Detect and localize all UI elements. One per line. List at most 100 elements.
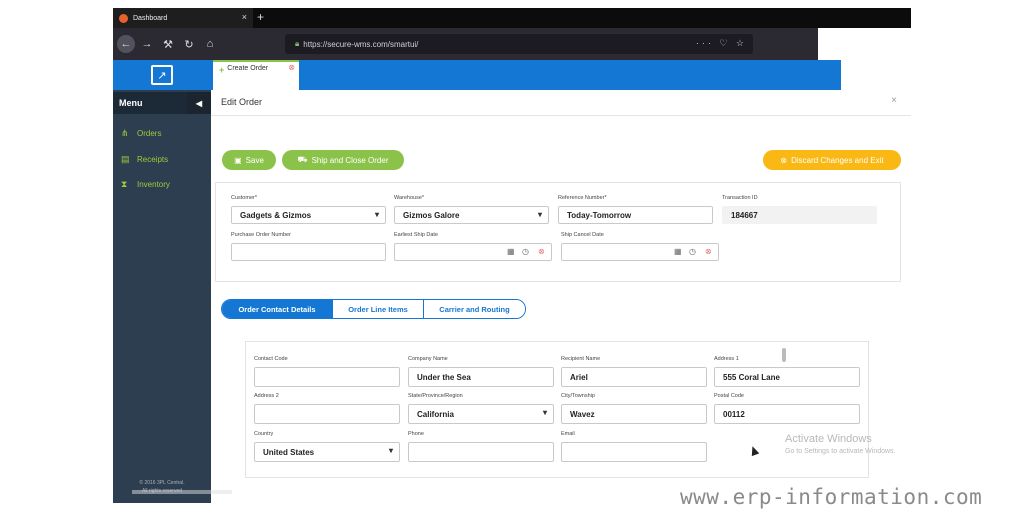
truck-icon: ⛟ bbox=[297, 155, 308, 164]
sidebar-item-inventory[interactable]: ⧗ Inventory bbox=[121, 179, 170, 190]
calendar-icon[interactable]: ▦ bbox=[674, 247, 682, 256]
app-logo[interactable]: ↗ bbox=[113, 60, 211, 90]
new-tab-icon[interactable]: + bbox=[257, 10, 264, 24]
city-label: City/Township bbox=[561, 393, 595, 399]
earliest-ship-date-label: Earliest Ship Date bbox=[394, 232, 439, 238]
reference-number-field[interactable]: Today-Tomorrow bbox=[558, 206, 713, 224]
sidebar-item-label: Inventory bbox=[137, 180, 170, 189]
postal-code-label: Postal Code bbox=[714, 393, 744, 399]
close-tab-icon[interactable]: × bbox=[242, 12, 247, 22]
clear-icon[interactable]: ⊗ bbox=[705, 247, 712, 256]
save-button[interactable]: ▣ Save bbox=[222, 150, 276, 170]
circle-x-icon: ⊗ bbox=[780, 155, 788, 165]
email-label: Email bbox=[561, 431, 575, 437]
logo-icon: ↗ bbox=[151, 65, 173, 85]
sidebar-item-label: Receipts bbox=[137, 155, 169, 164]
transaction-id-label: Transaction ID bbox=[722, 195, 758, 201]
close-icon[interactable]: × bbox=[891, 95, 897, 106]
back-icon[interactable]: ← bbox=[117, 35, 135, 53]
country-label: Country bbox=[254, 431, 274, 437]
browser-window: Dashboard × + ← → ⚒ ↻ ⌂ 🔒︎ https://secur… bbox=[113, 8, 911, 503]
sidebar-item-orders[interactable]: ⋔ Orders bbox=[121, 128, 161, 139]
app-tab-bar bbox=[211, 60, 911, 90]
ship-and-close-button[interactable]: ⛟ Ship and Close Order bbox=[282, 150, 404, 170]
recipient-name-field[interactable]: Ariel bbox=[561, 367, 707, 387]
collapse-menu-icon[interactable]: ◀ bbox=[187, 92, 211, 114]
postal-code-field[interactable]: 00112 bbox=[714, 404, 860, 424]
po-number-label: Purchase Order Number bbox=[231, 232, 291, 238]
ship-cancel-date-field[interactable]: ▦ ◷ ⊗ bbox=[561, 243, 719, 261]
plus-icon: + bbox=[219, 65, 225, 75]
country-select[interactable]: United States bbox=[254, 442, 400, 462]
address-1-field[interactable]: 555 Coral Lane bbox=[714, 367, 860, 387]
order-header-form: Customer* Gadgets & Gizmos Warehouse* Gi… bbox=[215, 182, 901, 282]
firefox-icon bbox=[119, 13, 128, 23]
watermark: www.erp-information.com bbox=[680, 485, 983, 509]
calendar-icon[interactable]: ▦ bbox=[507, 247, 515, 256]
company-name-label: Company Name bbox=[408, 356, 448, 362]
clock-icon[interactable]: ◷ bbox=[689, 247, 696, 256]
url-bar[interactable]: 🔒︎ https://secure-wms.com/smartui/ ··· ♡… bbox=[285, 34, 753, 54]
sitemap-icon: ⋔ bbox=[121, 128, 129, 138]
browser-tab-title: Dashboard bbox=[133, 14, 168, 22]
state-select[interactable]: California bbox=[408, 404, 554, 424]
nav-blank-area bbox=[818, 28, 911, 60]
earliest-ship-date-field[interactable]: ▦ ◷ ⊗ bbox=[394, 243, 552, 261]
browser-tab[interactable]: Dashboard × bbox=[113, 8, 253, 28]
reload-icon[interactable]: ↻ bbox=[180, 35, 198, 53]
copyright-line: © 2016 3PL Central. bbox=[139, 480, 185, 486]
close-tab-icon[interactable]: ⊗ bbox=[288, 63, 295, 72]
page-title: Edit Order bbox=[221, 97, 263, 107]
tab-bar-blank bbox=[841, 60, 911, 90]
state-label: State/Province/Region bbox=[408, 393, 463, 399]
divider bbox=[211, 115, 911, 116]
customer-label: Customer* bbox=[231, 195, 257, 201]
lock-icon: 🔒︎ bbox=[295, 39, 300, 48]
sidebar-item-receipts[interactable]: ▤ Receipts bbox=[121, 154, 168, 165]
page-actions-icons[interactable]: ··· ♡ ☆ bbox=[696, 38, 747, 49]
forward-icon[interactable]: → bbox=[138, 35, 156, 53]
activate-windows-notice: Activate Windows Go to Settings to activ… bbox=[785, 433, 896, 455]
hourglass-icon: ⧗ bbox=[121, 179, 128, 189]
sidebar: ↗ Menu ◀ ⋔ Orders ▤ Receipts ⧗ Inventory… bbox=[113, 60, 211, 503]
ship-close-label: Ship and Close Order bbox=[311, 155, 389, 165]
save-label: Save bbox=[245, 155, 264, 165]
document-icon: ▤ bbox=[121, 154, 130, 164]
tab-carrier-and-routing[interactable]: Carrier and Routing bbox=[423, 300, 525, 318]
city-field[interactable]: Wavez bbox=[561, 404, 707, 424]
tab-label: Create Order bbox=[227, 65, 269, 72]
tab-order-line-items[interactable]: Order Line Items bbox=[332, 300, 423, 318]
menu-title: Menu bbox=[119, 98, 143, 108]
tab-create-order[interactable]: + Create Order ⊗ bbox=[213, 60, 299, 90]
customer-select[interactable]: Gadgets & Gizmos bbox=[231, 206, 386, 224]
wrench-icon[interactable]: ⚒ bbox=[159, 35, 177, 53]
browser-nav-bar: ← → ⚒ ↻ ⌂ 🔒︎ https://secure-wms.com/smar… bbox=[113, 28, 911, 60]
address-2-field[interactable] bbox=[254, 404, 400, 424]
activate-title: Activate Windows bbox=[785, 433, 872, 445]
clock-icon[interactable]: ◷ bbox=[522, 247, 529, 256]
reference-number-label: Reference Number* bbox=[558, 195, 607, 201]
tab-order-contact-details[interactable]: Order Contact Details bbox=[222, 300, 332, 318]
home-icon[interactable]: ⌂ bbox=[201, 35, 219, 53]
phone-label: Phone bbox=[408, 431, 424, 437]
company-name-field[interactable]: Under the Sea bbox=[408, 367, 554, 387]
url-text: https://secure-wms.com/smartui/ bbox=[303, 39, 419, 49]
section-heading-cut-off bbox=[132, 490, 232, 494]
warehouse-select[interactable]: Gizmos Galore bbox=[394, 206, 549, 224]
transaction-id-value: 184667 bbox=[722, 206, 877, 224]
clear-icon[interactable]: ⊗ bbox=[538, 247, 545, 256]
address-1-label: Address 1 bbox=[714, 356, 739, 362]
scrollbar-thumb[interactable] bbox=[782, 348, 786, 362]
activate-subtitle: Go to Settings to activate Windows. bbox=[785, 448, 896, 455]
warehouse-label: Warehouse* bbox=[394, 195, 425, 201]
address-2-label: Address 2 bbox=[254, 393, 279, 399]
menu-header: Menu ◀ bbox=[113, 92, 211, 114]
phone-field[interactable] bbox=[408, 442, 554, 462]
floppy-icon: ▣ bbox=[234, 155, 242, 165]
discard-changes-button[interactable]: ⊗ Discard Changes and Exit bbox=[763, 150, 901, 170]
sidebar-item-label: Orders bbox=[137, 129, 162, 138]
contact-code-label: Contact Code bbox=[254, 356, 288, 362]
email-field[interactable] bbox=[561, 442, 707, 462]
contact-code-field[interactable] bbox=[254, 367, 400, 387]
po-number-field[interactable] bbox=[231, 243, 386, 261]
